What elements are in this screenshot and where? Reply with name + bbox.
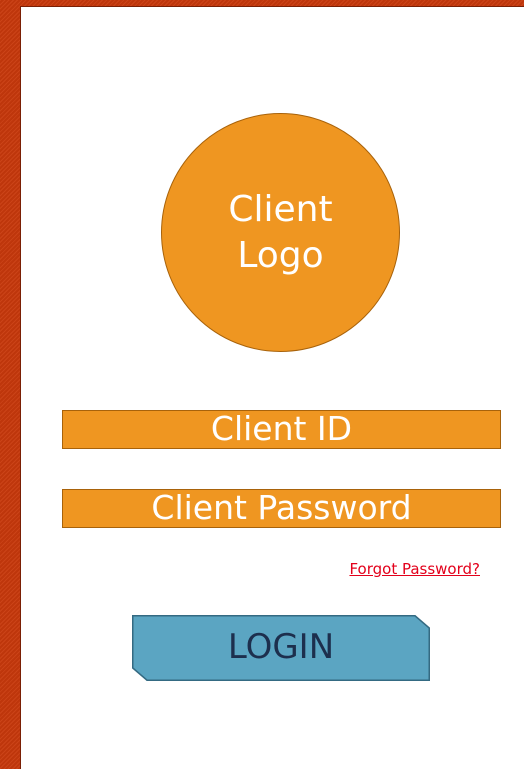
forgot-password-link[interactable]: Forgot Password? (349, 560, 480, 578)
client-id-field[interactable]: Client ID (62, 410, 501, 449)
client-password-field[interactable]: Client Password (62, 489, 501, 528)
client-logo-text: Client Logo (228, 188, 333, 276)
login-panel: Client Logo Client ID Client Password Fo… (20, 6, 524, 769)
client-logo: Client Logo (161, 113, 400, 352)
login-button[interactable]: LOGIN (132, 615, 430, 681)
page-background: Client Logo Client ID Client Password Fo… (0, 0, 524, 769)
